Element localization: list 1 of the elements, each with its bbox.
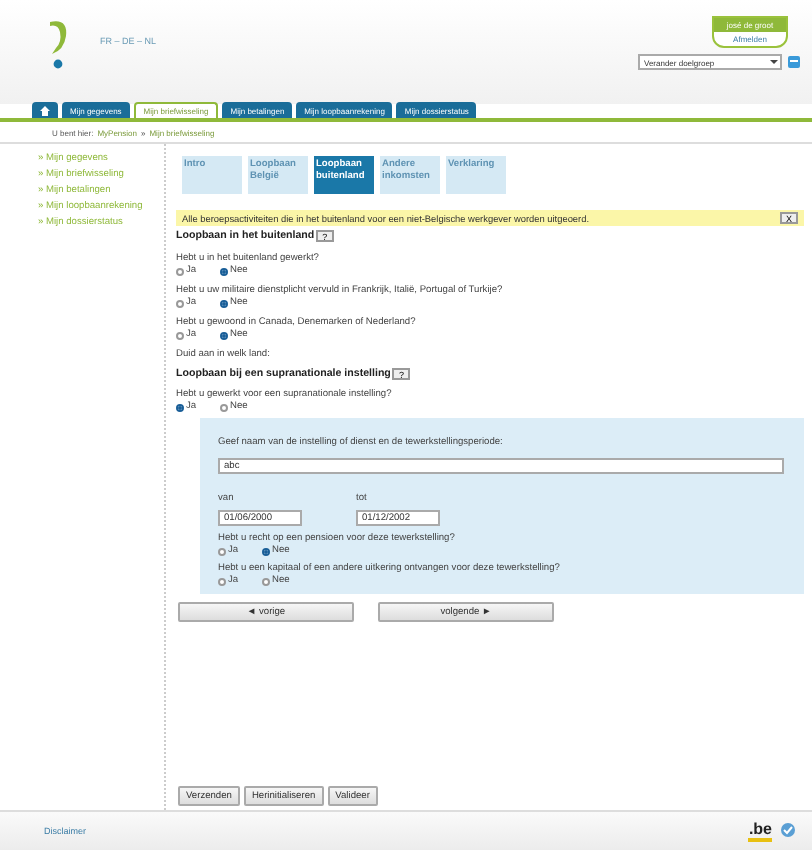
be-logo: .be [748, 821, 772, 841]
